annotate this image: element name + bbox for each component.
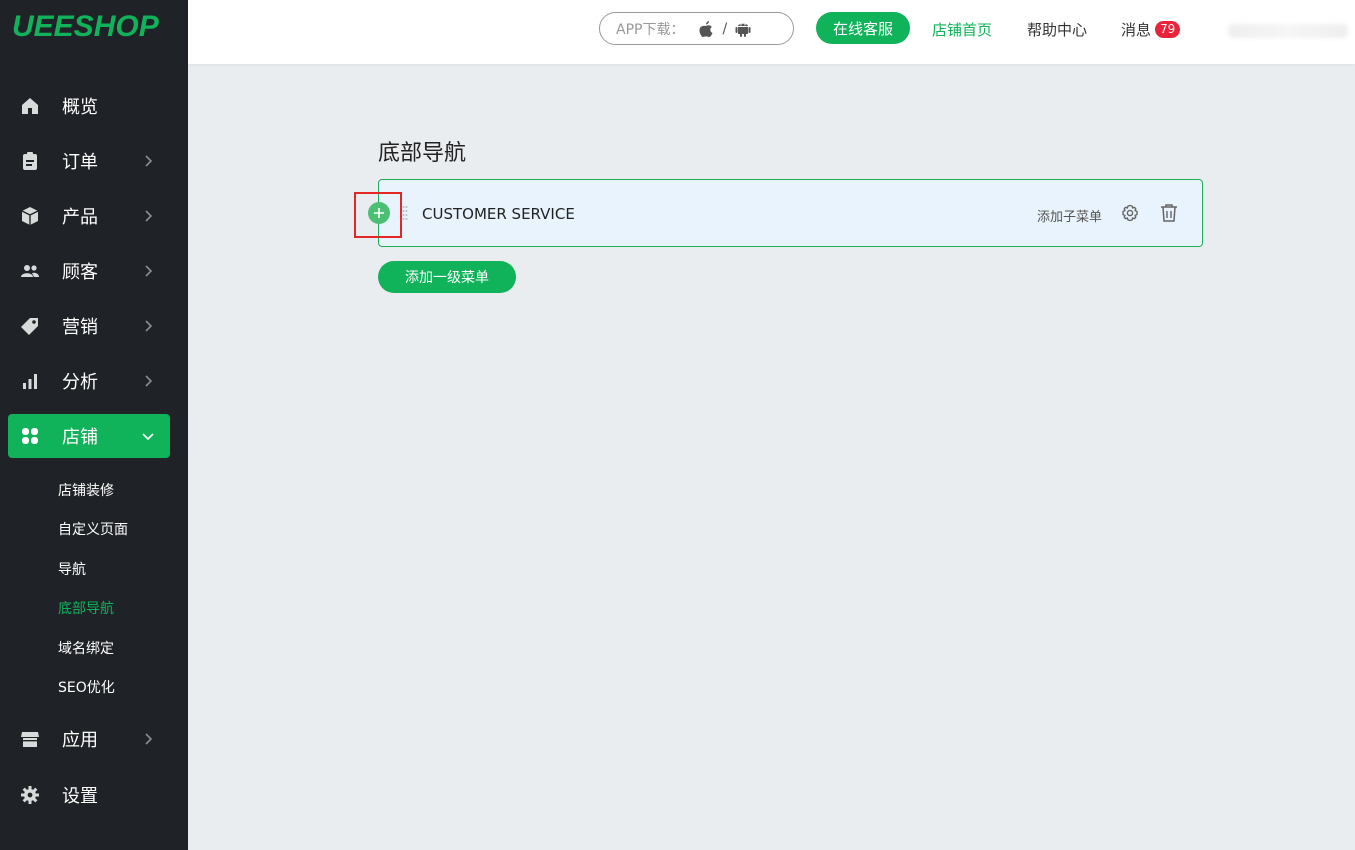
home-icon: [20, 96, 40, 116]
apple-icon[interactable]: [698, 20, 714, 38]
sidebar-item-store[interactable]: 店铺: [8, 414, 170, 458]
sidebar-subitem-navigation[interactable]: 导航: [58, 559, 86, 579]
plus-icon: [374, 208, 384, 218]
menu-item-name: CUSTOMER SERVICE: [422, 205, 575, 223]
chevron-right-icon: [145, 733, 153, 745]
app-download-label: APP下载：: [616, 21, 685, 38]
box-icon: [20, 206, 40, 226]
user-account[interactable]: [1228, 24, 1348, 38]
tag-icon: [20, 316, 40, 336]
chevron-right-icon: [145, 375, 153, 387]
sidebar-item-products[interactable]: 产品: [8, 194, 170, 238]
sidebar-item-label: 订单: [62, 152, 98, 173]
online-service-button[interactable]: 在线客服: [816, 12, 910, 44]
sidebar-item-overview[interactable]: 概览: [8, 84, 170, 128]
sidebar-item-label: 产品: [62, 207, 98, 228]
messages-label: 消息: [1121, 21, 1152, 39]
sidebar-subitem-domain[interactable]: 域名绑定: [58, 638, 114, 658]
drag-handle-icon[interactable]: [402, 205, 408, 221]
android-icon[interactable]: [735, 20, 751, 38]
sidebar-subitem-custom-page[interactable]: 自定义页面: [58, 519, 128, 539]
chevron-right-icon: [145, 210, 153, 222]
chevron-down-icon: [142, 433, 154, 441]
sidebar-subitem-store-design[interactable]: 店铺装修: [58, 480, 114, 500]
chevron-right-icon: [145, 155, 153, 167]
help-center-link[interactable]: 帮助中心: [1027, 19, 1087, 40]
chevron-right-icon: [145, 265, 153, 277]
messages-link[interactable]: 消息 79: [1121, 19, 1181, 40]
sidebar-item-label: 店铺: [62, 427, 98, 448]
sidebar-item-label: 设置: [62, 786, 98, 807]
sidebar-item-label: 概览: [62, 97, 98, 118]
sidebar-subitem-footer-nav[interactable]: 底部导航: [58, 598, 114, 618]
sidebar-item-apps[interactable]: 应用: [8, 717, 170, 761]
sidebar-item-customers[interactable]: 顾客: [8, 249, 170, 293]
trash-icon[interactable]: [1160, 203, 1178, 223]
sidebar-item-label: 营销: [62, 317, 98, 338]
page-title: 底部导航: [378, 141, 467, 166]
store-home-link[interactable]: 店铺首页: [932, 19, 992, 40]
clipboard-icon: [20, 151, 40, 171]
sidebar-item-label: 顾客: [62, 262, 98, 283]
grid-icon: [20, 426, 40, 446]
sidebar-item-label: 分析: [62, 372, 98, 393]
gear-icon: [20, 785, 40, 805]
sidebar-item-orders[interactable]: 订单: [8, 139, 170, 183]
chevron-right-icon: [145, 320, 153, 332]
sidebar-item-marketing[interactable]: 营销: [8, 304, 170, 348]
settings-gear-icon[interactable]: [1120, 203, 1140, 223]
add-top-menu-button[interactable]: 添加一级菜单: [378, 261, 516, 293]
bar-chart-icon: [20, 371, 40, 391]
sidebar-item-analytics[interactable]: 分析: [8, 359, 170, 403]
add-submenu-link[interactable]: 添加子菜单: [1037, 206, 1102, 225]
message-count-badge: 79: [1155, 21, 1181, 38]
store-icon: [20, 729, 40, 749]
app-download-separator: /: [722, 20, 728, 37]
users-icon: [20, 261, 40, 281]
sidebar-item-settings[interactable]: 设置: [8, 773, 170, 817]
app-download: APP下载： /: [599, 12, 794, 45]
sidebar-subitem-seo[interactable]: SEO优化: [58, 677, 115, 697]
sidebar-item-label: 应用: [62, 730, 98, 751]
sidebar: UEESHOP 概览 订单 产品 顾客 营销 分析 店铺 店铺装修 自定义页面 …: [0, 0, 188, 850]
expand-menu-button[interactable]: [368, 202, 390, 224]
logo: UEESHOP: [12, 10, 159, 43]
